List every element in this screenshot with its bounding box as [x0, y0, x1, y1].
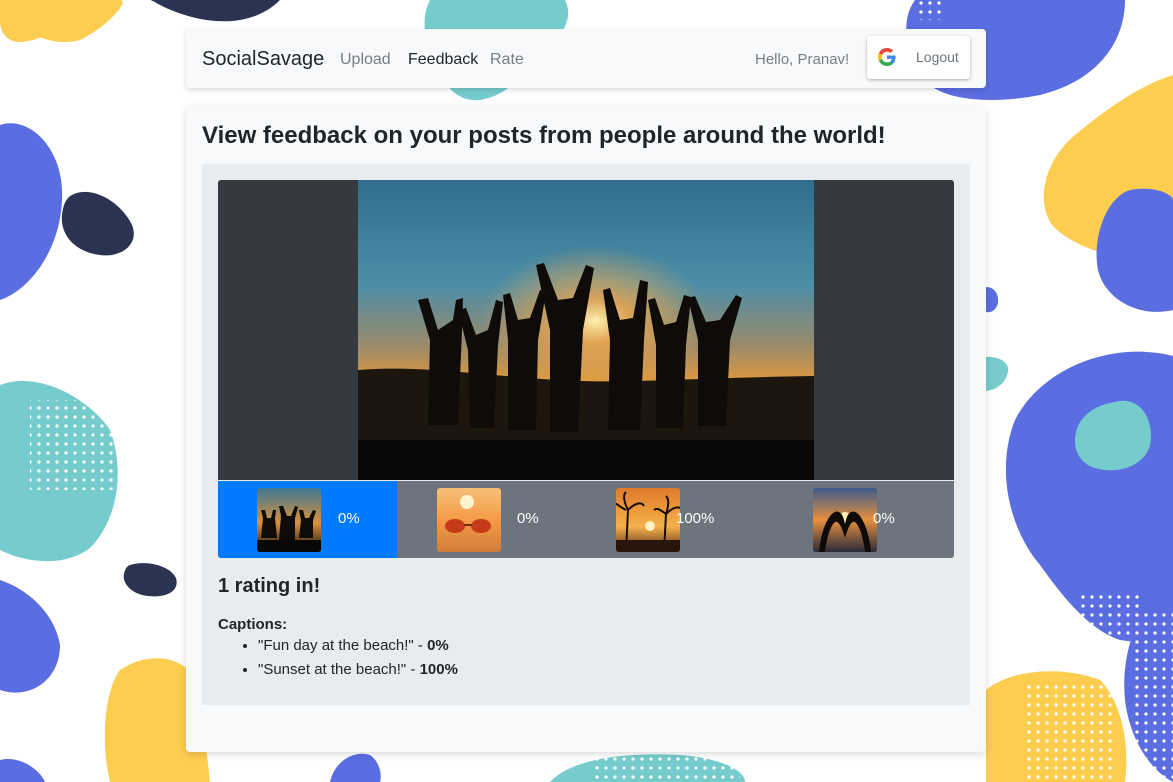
logout-label: Logout	[916, 49, 959, 65]
thumbnail-percent: 0%	[338, 510, 360, 527]
image-viewer	[218, 180, 954, 480]
main-photo	[358, 180, 814, 480]
caption-text: "Fun day at the beach!"	[258, 637, 414, 654]
thumbnail-image	[257, 488, 321, 552]
rating-count: 1 rating in!	[218, 575, 321, 597]
brand-logo[interactable]: SocialSavage	[202, 48, 324, 71]
thumbnail-item[interactable]: 0%	[755, 481, 954, 558]
captions-heading: Captions:	[218, 616, 288, 633]
logout-button[interactable]: Logout	[867, 36, 970, 79]
caption-separator: -	[413, 637, 428, 654]
page-title: View feedback on your posts from people …	[202, 122, 886, 149]
nav-link-feedback[interactable]: Feedback	[408, 51, 478, 69]
thumbnail-percent: 100%	[676, 510, 715, 527]
feedback-panel: 0% 0% 100% 0% 1 rating in! Captions: • "…	[202, 164, 970, 705]
user-greeting: Hello, Pranav!	[755, 51, 850, 68]
caption-percent: 100%	[419, 661, 458, 678]
nav-link-rate[interactable]: Rate	[490, 51, 524, 69]
thumbnail-item[interactable]: 0%	[397, 481, 576, 558]
thumbnail-image	[616, 488, 680, 552]
thumbnail-percent: 0%	[873, 510, 895, 527]
nav-link-upload[interactable]: Upload	[340, 51, 391, 69]
thumbnail-percent: 0%	[517, 510, 539, 527]
thumbnail-item[interactable]: 100%	[576, 481, 755, 558]
google-g-icon	[878, 48, 896, 66]
caption-item: "Fun day at the beach!" - 0%	[258, 634, 858, 658]
captions-list: "Fun day at the beach!" - 0% "Sunset at …	[218, 634, 858, 682]
thumbnail-strip: 0% 0% 100% 0%	[218, 481, 954, 558]
thumbnail-image	[437, 488, 501, 552]
caption-separator: -	[406, 661, 420, 678]
caption-text: "Sunset at the beach!"	[258, 661, 407, 678]
feedback-card: View feedback on your posts from people …	[186, 107, 986, 752]
caption-item: "Sunset at the beach!" - 100%	[258, 658, 858, 682]
navbar: SocialSavage Upload Feedback Rate Hello,…	[186, 29, 986, 88]
caption-percent: 0%	[427, 637, 449, 654]
thumbnail-item[interactable]: 0%	[218, 481, 397, 558]
thumbnail-image	[813, 488, 877, 552]
